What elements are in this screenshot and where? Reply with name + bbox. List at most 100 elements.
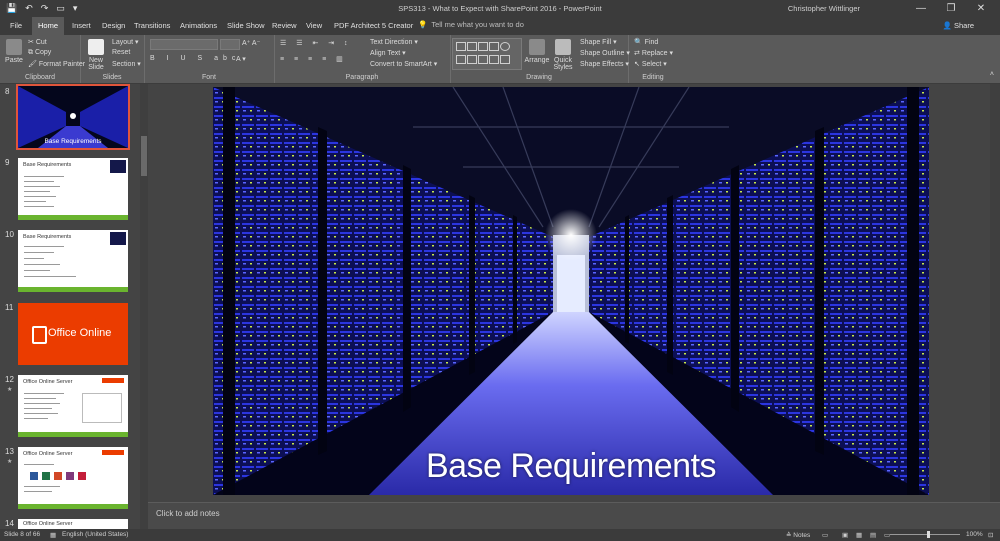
minimize-button[interactable]: — [906,1,936,16]
editor-scrollbar[interactable] [990,84,1000,502]
notes-toggle-button[interactable]: ≙ Notes [786,531,810,539]
cut-button[interactable]: ✂ Cut [28,38,47,46]
thumbnail-scrollbar[interactable] [140,84,148,529]
font-color-button[interactable]: A ▾ [236,55,246,63]
reading-view-icon[interactable]: ▤ [870,531,876,539]
share-button[interactable]: 👤 Share [943,21,974,30]
tab-home[interactable]: Home [32,17,65,35]
format-painter-button[interactable]: 🖌 Format Painter [28,60,85,68]
ribbon-tab-bar: File Home Insert Design Transitions Anim… [0,17,1000,35]
find-button[interactable]: 🔍 Find [634,38,658,46]
tab-animations[interactable]: Animations [174,17,223,35]
select-icon: ↖ [634,61,640,68]
align-text-button[interactable]: Align Text ▾ [370,49,406,57]
shape-rect-icon[interactable] [489,42,499,51]
comments-icon[interactable]: ▭ [822,531,828,539]
slide-number: 11 [5,303,14,312]
text-direction-button[interactable]: Text Direction ▾ [370,38,418,46]
new-slide-label: New Slide [88,57,104,71]
new-slide-button[interactable]: New Slide [83,39,109,71]
quick-styles-icon [555,39,571,55]
collapse-ribbon-icon[interactable]: ˄ [990,71,994,78]
notes-pane[interactable]: Click to add notes [148,502,1000,530]
slide-number: 14 [5,519,14,528]
tab-design[interactable]: Design [96,17,131,35]
select-button[interactable]: ↖ Select ▾ [634,60,667,68]
spellcheck-icon[interactable]: ▦ [50,531,56,539]
tab-file[interactable]: File [4,17,28,35]
shape-fill-button[interactable]: Shape Fill ▾ [580,38,617,46]
arrange-label: Arrange [524,57,550,64]
fit-slide-icon[interactable]: ⊡ [988,531,993,539]
grow-font-button[interactable]: A⁺ A⁻ [242,39,260,47]
paste-button[interactable]: Paste [3,39,25,64]
shape-triangle-icon[interactable] [456,55,466,64]
copy-button[interactable]: ⧉ Copy [28,49,51,57]
shape-effects-button[interactable]: Shape Effects ▾ [580,60,629,68]
align-buttons[interactable]: ≡ ≡ ≡ ≡ ▥ [280,55,347,63]
shapes-gallery[interactable] [452,38,522,70]
list-buttons[interactable]: ☰ ☰ ⇤ ⇥ ↕ [280,39,352,47]
shape-brace-icon[interactable] [478,55,488,64]
smartart-button[interactable]: Convert to SmartArt ▾ [370,60,437,68]
arrange-icon [529,39,545,55]
slide-thumbnail-10[interactable]: Base Requirements [18,230,128,292]
layout-button[interactable]: Layout ▾ [112,38,139,46]
tab-insert[interactable]: Insert [66,17,97,35]
zoom-level[interactable]: 100% [966,531,983,538]
slide-thumbnail-12[interactable]: Office Online Server [18,375,128,437]
slide-thumbnail-9[interactable]: Base Requirements [18,158,128,220]
thumb-text-line [24,191,50,192]
thumb-title: Base Requirements [23,162,72,168]
reset-button[interactable]: Reset [112,49,130,56]
restore-button[interactable]: ❐ [936,1,966,16]
shape-arrow-icon[interactable] [478,42,488,51]
thumb-text-line [24,201,46,202]
thumb-text-line [24,491,52,492]
scrollbar-thumb[interactable] [141,136,147,176]
section-button[interactable]: Section ▾ [112,60,141,68]
slide-thumbnail-8[interactable]: Base Requirements [16,84,130,150]
shape-oval-icon[interactable] [500,42,510,51]
font-size-box[interactable] [220,39,240,50]
slideshow-view-icon[interactable]: ▭ [884,531,890,539]
font-name-box[interactable] [150,39,218,50]
replace-button[interactable]: ⇄ Replace ▾ [634,49,673,57]
font-format-buttons[interactable]: B I U S abc [150,55,240,62]
tab-slide-show[interactable]: Slide Show [221,17,271,35]
thumb-text-line [24,252,54,253]
shape-curve-icon[interactable] [467,55,477,64]
group-editing: 🔍 Find ⇄ Replace ▾ ↖ Select ▾ Editing [628,35,678,83]
shape-effects-label: Shape Effects [580,61,624,68]
shape-fill-label: Shape Fill [580,39,612,46]
shape-outline-button[interactable]: Shape Outline ▾ [580,49,630,57]
shape-callout-icon[interactable] [500,55,510,64]
arrange-button[interactable]: Arrange [524,39,550,64]
zoom-slider-knob[interactable] [927,531,930,538]
shape-textbox-icon[interactable] [456,42,466,51]
shape-star-icon[interactable] [489,55,499,64]
slide-sorter-icon[interactable]: ▦ [856,531,862,539]
tab-transitions[interactable]: Transitions [128,17,176,35]
tab-view[interactable]: View [300,17,328,35]
close-button[interactable]: ✕ [966,1,996,16]
tab-pdf-architect[interactable]: PDF Architect 5 Creator [328,17,419,35]
shape-line-icon[interactable] [467,42,477,51]
language[interactable]: English (United States) [62,531,128,538]
slide-thumbnail-14[interactable]: Office Online Server [18,519,128,529]
slide-title[interactable]: Base Requirements [213,447,929,486]
slide-thumbnail-11[interactable]: Office Online [18,303,128,365]
find-label: Find [644,39,659,46]
tell-me-box[interactable]: 💡 Tell me what you want to do [418,20,524,29]
thumb-title: Office Online Server [23,379,73,385]
thumb-footer-bar [18,432,128,437]
zoom-slider[interactable] [890,534,960,535]
user-name[interactable]: Christopher Wittlinger [788,4,860,13]
normal-view-icon[interactable]: ▣ [842,531,848,539]
slide-thumbnail-13[interactable]: Office Online Server [18,447,128,509]
slides-group-label: Slides [102,74,122,81]
quick-styles-button[interactable]: Quick Styles [550,39,576,71]
current-slide[interactable]: Base Requirements [213,87,929,495]
thumb-title: Office Online Server [23,521,73,527]
tab-review[interactable]: Review [266,17,303,35]
